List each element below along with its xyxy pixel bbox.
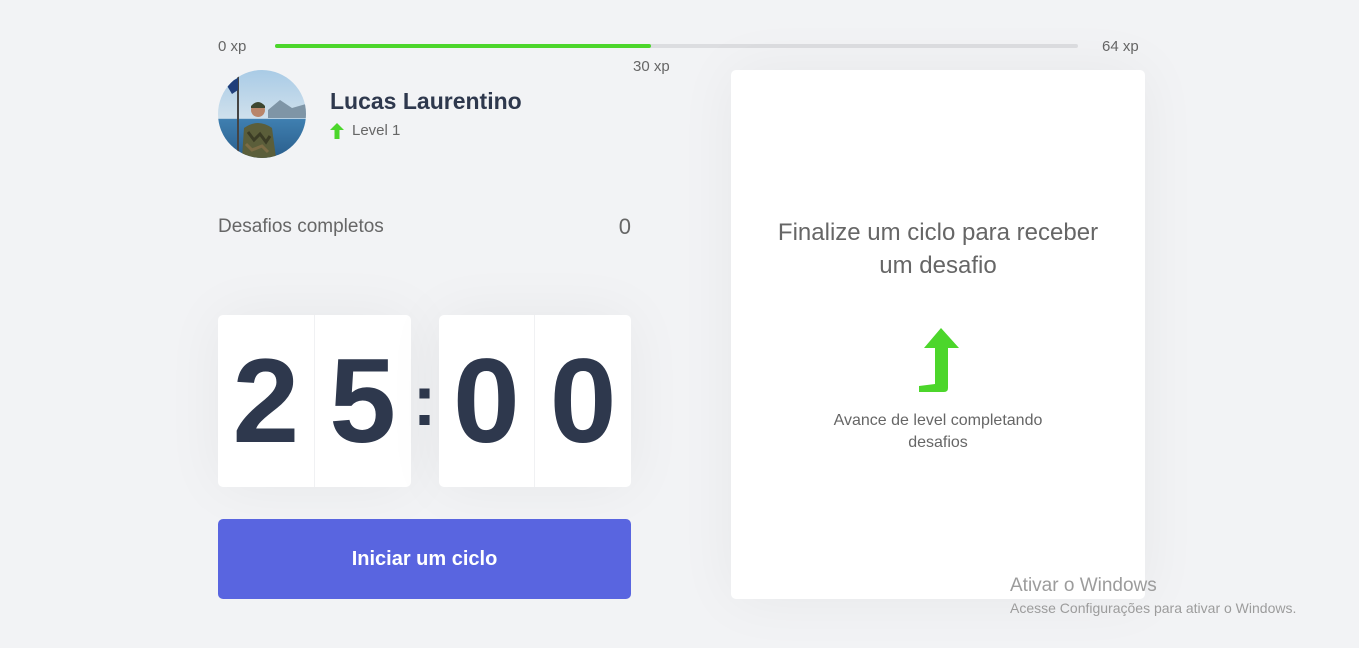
xp-max-label: 64 xp xyxy=(1102,38,1139,55)
countdown-separator: : xyxy=(412,361,437,441)
xp-min-label: 0 xp xyxy=(218,38,247,55)
challenge-box: Finalize um ciclo para receber um desafi… xyxy=(731,70,1145,599)
countdown-minutes: 2 5 xyxy=(218,315,411,487)
xp-current-label: 30 xp xyxy=(633,58,670,75)
windows-activation-title: Ativar o Windows xyxy=(1010,575,1157,596)
countdown-digit: 5 xyxy=(313,315,411,487)
countdown-digit: 0 xyxy=(534,315,631,487)
level-up-arrow-icon xyxy=(917,328,959,399)
countdown: 2 5 : 0 0 xyxy=(218,315,631,487)
windows-activation-subtitle: Acesse Configurações para ativar o Windo… xyxy=(1010,600,1297,616)
completed-challenges-count: 0 xyxy=(618,214,631,239)
challenge-box-hint: Avance de level completando desafios xyxy=(833,412,1043,451)
level-up-arrow-icon xyxy=(330,122,344,139)
xp-progress-fill xyxy=(275,44,652,48)
challenge-box-title: Finalize um ciclo para receber um desafi… xyxy=(777,219,1099,279)
profile-level-label: Level 1 xyxy=(352,122,401,139)
countdown-digit: 2 xyxy=(232,334,300,468)
countdown-digit: 0 xyxy=(453,334,520,468)
profile-name: Lucas Laurentino xyxy=(330,88,522,114)
completed-challenges-label: Desafios completos xyxy=(218,216,384,237)
avatar xyxy=(218,70,306,158)
moveit-page: 0 xp 30 xp 64 xp Lucas Laurentino Level … xyxy=(0,0,1359,648)
profile-level: Level 1 xyxy=(330,122,400,139)
start-cycle-button[interactable]: Iniciar um ciclo xyxy=(218,519,631,599)
countdown-seconds: 0 0 xyxy=(438,315,631,487)
completed-challenges: Desafios completos 0 xyxy=(218,214,631,240)
xp-progress-bar xyxy=(275,44,1078,48)
